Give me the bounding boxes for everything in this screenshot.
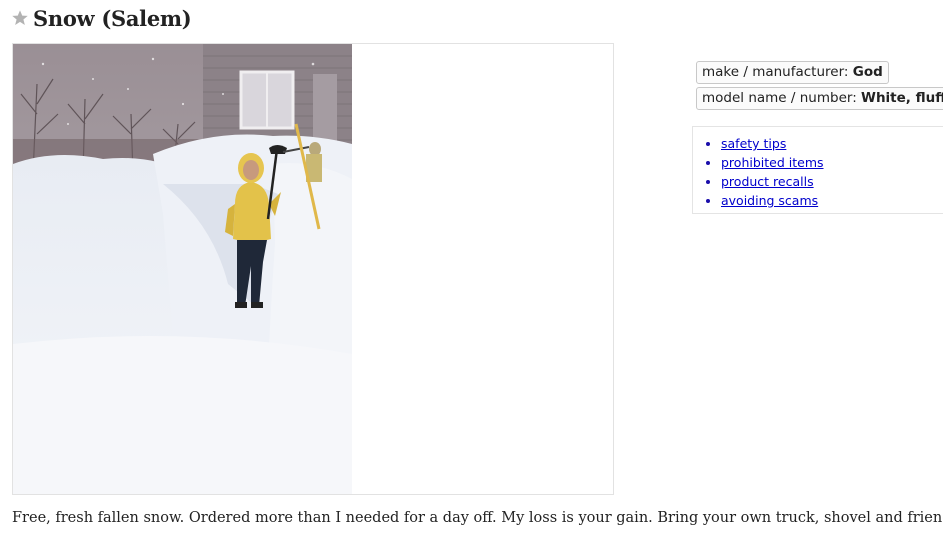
attribute-make: make / manufacturer: God (696, 61, 889, 84)
attribute-make-label: make / manufacturer: (702, 64, 853, 80)
posting-title: Snow (Salem) (33, 5, 192, 31)
posting-description: Free, fresh fallen snow. Ordered more th… (12, 510, 943, 526)
snow-photo[interactable] (13, 44, 352, 494)
safety-links-list: safety tips prohibited items product rec… (693, 127, 943, 210)
attribute-make-value: God (852, 64, 883, 80)
attribute-model-value: White, fluffy (861, 90, 943, 106)
list-item: avoiding scams (721, 191, 943, 210)
posting-title-row: Snow (Salem) (11, 5, 192, 31)
product-recalls-link[interactable]: product recalls (721, 174, 814, 189)
safety-links-box: safety tips prohibited items product rec… (692, 126, 943, 214)
image-gallery[interactable] (12, 43, 614, 495)
star-icon[interactable] (11, 9, 29, 27)
list-item: product recalls (721, 172, 943, 191)
attribute-model-label: model name / number: (702, 90, 862, 106)
list-item: prohibited items (721, 153, 943, 172)
safety-tips-link[interactable]: safety tips (721, 136, 786, 151)
attribute-model: model name / number: White, fluffy (696, 87, 943, 110)
prohibited-items-link[interactable]: prohibited items (721, 155, 824, 170)
list-item: safety tips (721, 134, 943, 153)
avoiding-scams-link[interactable]: avoiding scams (721, 193, 818, 208)
